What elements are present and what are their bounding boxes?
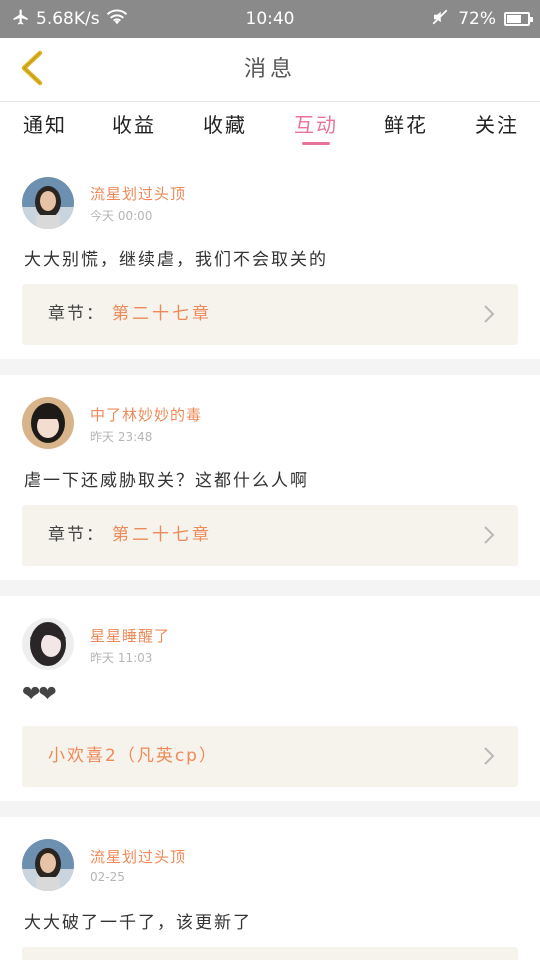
timestamp: 昨天 23:48 [90,430,153,444]
mute-icon [430,8,450,31]
tab-interaction[interactable]: 互动 [281,103,351,151]
message-card: 流星划过头顶 02-25 大大破了一千了，该更新了 [0,817,540,960]
tab-label: 收藏 [203,113,247,137]
tab-label: 鲜花 [384,113,428,137]
battery-percent: 72% [458,9,496,29]
avatar[interactable] [22,839,74,891]
timestamp: 昨天 11:03 [90,651,153,665]
username[interactable]: 中了林妙妙的毒 [90,404,202,425]
page-title: 消息 [243,57,296,82]
username[interactable]: 流星划过头顶 [90,846,186,867]
avatar[interactable] [22,177,74,229]
tab-label: 通知 [23,113,67,137]
message-card: 流星划过头顶 今天 00:00 大大别慌，继续虐，我们不会取关的 章节： 第二十… [0,159,540,359]
status-right: 72% [430,0,533,38]
tab-bar: 通知 收益 收藏 互动 鲜花 关注 [0,103,540,153]
message-card: 中了林妙妙的毒 昨天 23:48 虐一下还威胁取关？这都什么人啊 章节： 第二十… [0,375,540,580]
battery-icon [504,12,533,26]
chapter-link[interactable] [22,947,518,960]
comment-text: 大大破了一千了，该更新了 [24,913,252,933]
card-separator [0,801,540,817]
comment-text: 虐一下还威胁取关？这都什么人啊 [24,471,309,491]
tab-flowers[interactable]: 鲜花 [371,103,441,151]
tab-label: 收益 [112,113,156,137]
header: 消息 [0,38,540,102]
tab-label: 关注 [475,113,519,137]
chapter-title: 第二十七章 [112,304,212,324]
tab-label: 互动 [294,113,338,137]
chapter-title: 第二十七章 [112,525,212,545]
chapter-link[interactable]: 章节： 第二十七章 [22,284,518,345]
status-bar: 5.68K/s 10:40 72% [0,0,540,38]
chapter-link[interactable]: 小欢喜2（凡英cp） [22,726,518,787]
chapter-title: 小欢喜2（凡英cp） [48,746,218,766]
timestamp: 今天 00:00 [90,209,153,223]
username[interactable]: 星星睡醒了 [90,625,170,646]
message-card: 星星睡醒了 昨天 11:03 ❤❤ 小欢喜2（凡英cp） [0,596,540,801]
chevron-right-icon [482,304,496,324]
chapter-prefix: 章节： [48,525,105,545]
avatar[interactable] [22,397,74,449]
comment-text: ❤❤ [22,682,57,707]
chevron-right-icon [482,525,496,545]
battery-fill [507,15,522,23]
username[interactable]: 流星划过头顶 [90,183,186,204]
tab-favorites[interactable]: 收藏 [190,103,260,151]
chapter-link[interactable]: 章节： 第二十七章 [22,505,518,566]
tab-following[interactable]: 关注 [462,103,532,151]
chevron-right-icon [482,746,496,766]
timestamp: 02-25 [90,870,125,884]
avatar[interactable] [22,618,74,670]
comment-text: 大大别慌，继续虐，我们不会取关的 [24,250,328,270]
active-tab-indicator [302,142,330,145]
chapter-prefix: 章节： [48,304,105,324]
tab-notice[interactable]: 通知 [10,103,80,151]
tab-earnings[interactable]: 收益 [99,103,169,151]
card-separator [0,359,540,375]
card-separator [0,580,540,596]
